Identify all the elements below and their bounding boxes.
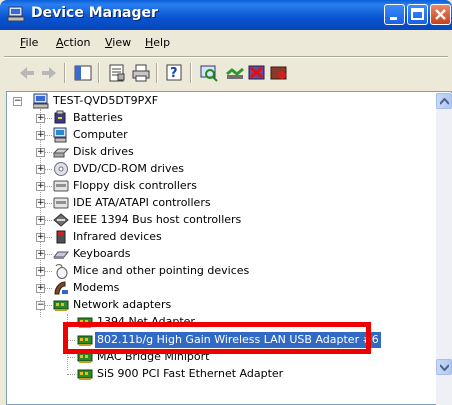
expand-toggle[interactable]: + — [36, 198, 45, 208]
tree-item-label: Infrared devices — [73, 230, 162, 243]
modem-icon — [54, 281, 68, 295]
expand-toggle[interactable]: + — [36, 181, 45, 191]
optical-drive-icon — [54, 162, 68, 176]
svg-text:?: ? — [170, 66, 178, 81]
toolbar-separator — [190, 63, 192, 83]
collapse-toggle[interactable]: − — [36, 300, 45, 310]
uninstall-icon[interactable] — [246, 62, 268, 84]
tree-item-dvd-cd-rom-drives[interactable]: + DVD/CD-ROM drives — [7, 161, 437, 177]
device-manager-window: Device Manager File Action View Help ? −… — [0, 0, 452, 405]
expand-toggle[interactable]: + — [36, 164, 45, 174]
expand-toggle[interactable]: + — [36, 249, 45, 259]
firewire-icon — [53, 213, 69, 227]
tree-item-label: Network adapters — [73, 298, 172, 311]
menu-action[interactable]: Action — [56, 36, 90, 49]
back-icon[interactable] — [16, 62, 38, 84]
tree-item-mice-and-other-pointing-devices[interactable]: + Mice and other pointing devices — [7, 263, 437, 279]
chevron-down-icon — [440, 364, 449, 371]
tree-item-ieee-1394-bus-host-controllers[interactable]: + IEEE 1394 Bus host controllers — [7, 212, 437, 228]
menu-view[interactable]: View — [105, 36, 131, 49]
forward-icon[interactable] — [38, 62, 60, 84]
tree-item-batteries[interactable]: + Batteries — [7, 110, 437, 126]
maximize-button[interactable] — [407, 4, 428, 25]
controller-icon — [53, 180, 69, 192]
tree-item-label: IEEE 1394 Bus host controllers — [73, 213, 242, 226]
menu-file[interactable]: File — [20, 36, 38, 49]
show-hide-console-tree-icon[interactable] — [72, 62, 94, 84]
controller-icon — [53, 197, 69, 209]
tree-item-sis-900-pci-fast-ethernet-adapter[interactable]: SiS 900 PCI Fast Ethernet Adapter — [7, 366, 437, 382]
help-icon[interactable]: ? — [164, 62, 186, 84]
expand-toggle[interactable]: + — [36, 283, 45, 293]
tree-item-infrared-devices[interactable]: + Infrared devices — [7, 229, 437, 245]
tree-item-disk-drives[interactable]: + Disk drives — [7, 144, 437, 160]
tree-item-computer[interactable]: + Computer — [7, 127, 437, 143]
tree-item-floppy-disk-controllers[interactable]: + Floppy disk controllers — [7, 178, 437, 194]
minimize-icon — [390, 17, 397, 20]
tree-item-label: Floppy disk controllers — [73, 179, 197, 192]
tree-item-label: Modems — [73, 281, 120, 294]
tree-item-label: Mice and other pointing devices — [73, 264, 250, 277]
tree-item-label: IDE ATA/ATAPI controllers — [73, 196, 211, 209]
minimize-button[interactable] — [384, 4, 405, 25]
maximize-icon — [411, 8, 424, 20]
device-tree[interactable]: − TEST-QVD5DT9PXF + Batteries + Computer… — [6, 91, 452, 405]
tree-item-keyboards[interactable]: + Keyboards — [7, 246, 437, 262]
expand-toggle[interactable]: + — [36, 130, 45, 140]
tree-root-label: TEST-QVD5DT9PXF — [53, 94, 159, 107]
toolbar-separator — [64, 63, 66, 83]
tree-item-network-adapters[interactable]: − Network adapters — [7, 297, 437, 313]
tree-item-ide-ata-atapi-controllers[interactable]: + IDE ATA/ATAPI controllers — [7, 195, 437, 211]
red-highlight-annotation — [63, 322, 371, 354]
vertical-scrollbar[interactable] — [436, 93, 452, 405]
close-button[interactable] — [430, 4, 451, 25]
mouse-icon — [55, 264, 68, 279]
window-title: Device Manager — [31, 5, 158, 21]
title-bar[interactable]: Device Manager — [0, 0, 452, 30]
device-manager-app-icon — [7, 6, 25, 22]
disk-drive-icon — [53, 148, 69, 158]
menu-separator — [4, 56, 448, 58]
toolbar-separator — [156, 63, 158, 83]
scroll-down-button[interactable] — [436, 359, 452, 375]
expand-toggle[interactable]: + — [36, 147, 45, 157]
scan-hardware-icon[interactable] — [198, 62, 220, 84]
network-adapter-icon — [77, 369, 93, 380]
menu-bar: File Action View Help — [4, 32, 448, 54]
tree-connector — [67, 374, 75, 375]
expand-toggle[interactable]: + — [36, 215, 45, 225]
scroll-up-button[interactable] — [436, 93, 452, 109]
infrared-icon — [56, 230, 66, 244]
collapse-toggle[interactable]: − — [13, 96, 22, 106]
network-adapter-icon — [53, 300, 69, 311]
toolbar-separator — [98, 63, 100, 83]
disable-icon[interactable] — [268, 62, 290, 84]
tree-item-modems[interactable]: + Modems — [7, 280, 437, 296]
tree-item-label: Disk drives — [73, 145, 134, 158]
close-icon — [435, 9, 446, 20]
properties-icon[interactable] — [106, 62, 128, 84]
print-icon[interactable] — [130, 62, 152, 84]
computer-icon — [33, 93, 49, 109]
menu-help[interactable]: Help — [145, 36, 170, 49]
expand-toggle[interactable]: + — [36, 266, 45, 276]
chevron-up-icon — [440, 98, 449, 105]
tree-root[interactable]: − TEST-QVD5DT9PXF — [7, 93, 437, 109]
toolbar: ? — [4, 60, 448, 88]
tree-connector — [67, 357, 75, 358]
expand-toggle[interactable]: + — [36, 113, 45, 123]
tree-item-label: Batteries — [73, 111, 123, 124]
update-driver-icon[interactable] — [224, 62, 246, 84]
tree-item-label: Computer — [73, 128, 128, 141]
tree-item-label: Keyboards — [73, 247, 131, 260]
tree-item-label: SiS 900 PCI Fast Ethernet Adapter — [97, 367, 284, 380]
battery-icon — [54, 110, 66, 124]
computer-icon — [53, 127, 67, 143]
expand-toggle[interactable]: + — [36, 232, 45, 242]
keyboard-icon — [53, 251, 69, 259]
tree-item-label: DVD/CD-ROM drives — [73, 162, 184, 175]
